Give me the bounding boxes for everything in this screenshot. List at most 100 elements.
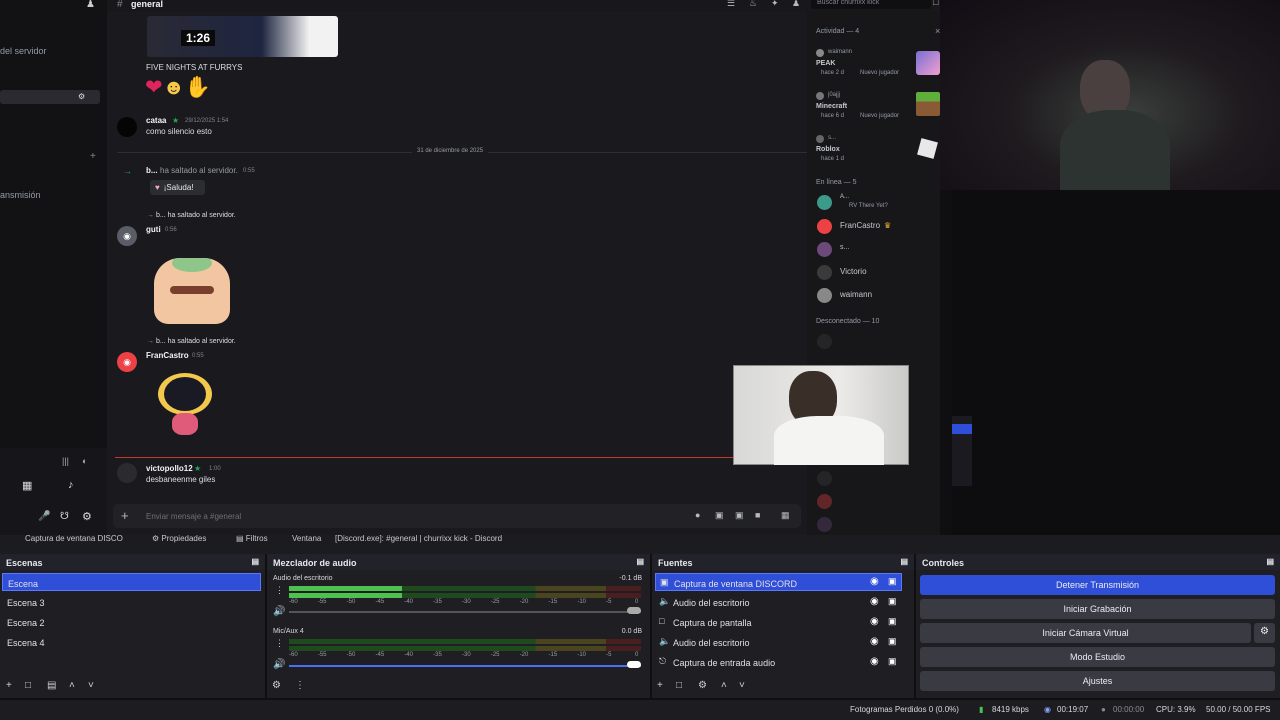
message-author[interactable]: victopollo12 [146, 464, 193, 473]
sticker-image[interactable] [154, 258, 230, 324]
settings-icon[interactable]: ⚙ [78, 92, 85, 101]
scene-item[interactable]: Escena [2, 573, 261, 591]
message-author[interactable]: guti [146, 225, 161, 234]
inbox-icon[interactable]: □ [933, 0, 938, 7]
member-name[interactable]: FranCastro [840, 221, 880, 230]
activity-game[interactable]: Roblox [816, 146, 840, 153]
bell-icon[interactable]: ♨ [749, 0, 757, 9]
message-author[interactable]: cataa [146, 116, 166, 125]
scene-item[interactable]: Escena 3 [2, 593, 261, 611]
lock-icon[interactable]: ▣ [888, 636, 897, 647]
down-arrow-icon[interactable]: ˅ [88, 680, 94, 691]
emoji-icon[interactable]: ■ [755, 510, 760, 520]
members-icon[interactable]: ♟ [792, 0, 800, 9]
start-recording-button[interactable]: Iniciar Grabación [920, 599, 1275, 619]
add-icon[interactable]: + [657, 680, 663, 691]
message-input[interactable]: Enviar mensaje a #general [146, 512, 241, 521]
settings-button[interactable]: Ajustes [920, 671, 1275, 691]
source-item[interactable]: ▣ Captura de ventana DISCORD [655, 573, 902, 591]
gear-icon[interactable]: ⚙ [698, 680, 707, 691]
trash-icon[interactable]: □ [25, 680, 31, 691]
avatar[interactable] [817, 471, 832, 486]
activity-game[interactable]: Minecraft [816, 103, 847, 110]
search-input[interactable]: Buscar churrixx kick [811, 0, 931, 9]
stop-stream-button[interactable]: Detener Transmisión [920, 575, 1275, 595]
lock-icon[interactable]: ▣ [888, 616, 897, 627]
volume-slider-handle[interactable] [627, 607, 641, 614]
eye-icon[interactable]: ◉ [870, 656, 879, 667]
filters-button[interactable]: ▤ Filtros [236, 534, 268, 543]
studio-mode-button[interactable]: Modo Estudio [920, 647, 1275, 667]
threads-icon[interactable]: ☰ [727, 0, 735, 9]
up-arrow-icon[interactable]: ˄ [69, 680, 75, 691]
gift-icon[interactable]: ● [695, 510, 700, 520]
lock-icon[interactable]: ▣ [888, 596, 897, 607]
eye-icon[interactable]: ◉ [870, 596, 879, 607]
apps-icon[interactable]: ▦ [781, 510, 790, 521]
avatar[interactable] [817, 517, 832, 532]
scene-item[interactable]: Escena 2 [2, 613, 261, 631]
member-name[interactable]: s... [840, 244, 849, 251]
member-name[interactable]: Victorio [840, 267, 867, 276]
discord-avatar-icon[interactable]: ◉ [117, 226, 137, 246]
filters-icon[interactable]: ▤ [47, 680, 56, 691]
trash-icon[interactable]: □ [676, 680, 682, 691]
undock-icon[interactable]: ▤ [900, 557, 908, 566]
avatar[interactable] [817, 242, 832, 257]
volume-slider-handle[interactable] [627, 661, 641, 668]
join-user[interactable]: b... [146, 166, 158, 175]
up-arrow-icon[interactable]: ˄ [721, 680, 727, 691]
pin-icon[interactable]: ✦ [771, 0, 779, 9]
source-item[interactable]: ⎋ Captura de entrada audio [655, 653, 902, 671]
avatar[interactable] [817, 265, 832, 280]
volume-slider[interactable] [289, 611, 641, 613]
avatar[interactable] [817, 195, 832, 210]
down-arrow-icon[interactable]: ˅ [739, 680, 745, 691]
lock-icon[interactable]: ▣ [888, 656, 897, 667]
advanced-audio-icon[interactable]: ⚙ [272, 680, 281, 691]
wave-button[interactable]: ♥ ¡Saluda! [150, 180, 205, 195]
gif-icon[interactable]: ▣ [715, 510, 724, 521]
message-author[interactable]: FranCastro [146, 351, 189, 360]
scene-item[interactable]: Escena 4 [2, 633, 261, 651]
headphones-icon[interactable]: ☋ [60, 511, 69, 522]
source-item[interactable]: 🔈 Audio del escritorio [655, 633, 902, 651]
window-select[interactable]: [Discord.exe]: #general | churrixx kick … [335, 534, 502, 543]
headset-small-icon[interactable]: ◐ [82, 456, 87, 466]
robot-sticker-icon[interactable] [150, 369, 220, 439]
virtual-camera-settings-icon[interactable]: ⚙ [1254, 623, 1275, 643]
add-friend-icon[interactable]: ♟ [86, 0, 95, 10]
eye-icon[interactable]: ◉ [870, 616, 879, 627]
discord-avatar-icon[interactable]: ◉ [117, 352, 137, 372]
avatar[interactable] [817, 288, 832, 303]
discord-avatar-icon[interactable] [817, 334, 832, 349]
activity-game[interactable]: PEAK [816, 60, 835, 67]
sticker-icon[interactable]: ▣ [735, 510, 744, 521]
properties-button[interactable]: ⚙ Propiedades [152, 534, 206, 543]
kebab-menu-icon[interactable]: ⋮ [275, 585, 284, 596]
undock-icon[interactable]: ▤ [251, 557, 259, 566]
source-item[interactable]: 🔈 Audio del escritorio [655, 593, 902, 611]
plus-icon[interactable]: + [121, 508, 129, 523]
member-name[interactable]: A... [840, 194, 849, 200]
speaker-icon[interactable]: 🔊 [273, 606, 285, 617]
add-icon[interactable]: + [6, 680, 12, 691]
eye-icon[interactable]: ◉ [870, 636, 879, 647]
avatar[interactable] [117, 463, 137, 483]
undock-icon[interactable]: ▤ [636, 557, 644, 566]
volume-slider[interactable] [289, 665, 641, 667]
kebab-menu-icon[interactable]: ⋮ [275, 638, 284, 649]
start-virtual-camera-button[interactable]: Iniciar Cámara Virtual [920, 623, 1251, 643]
discord-avatar-icon[interactable] [817, 219, 832, 234]
avatar[interactable] [817, 494, 832, 509]
source-item[interactable]: □ Captura de pantalla [655, 613, 902, 631]
image-attachment[interactable]: 1:26 [147, 16, 338, 57]
kebab-menu-icon[interactable]: ⋮ [295, 680, 305, 691]
undock-icon[interactable]: ▤ [1266, 557, 1274, 566]
member-name[interactable]: waimann [840, 290, 872, 299]
avatar[interactable] [117, 117, 137, 137]
speaker-icon[interactable]: 🔊 [273, 659, 285, 670]
apps-icon[interactable]: ▦ [22, 479, 32, 492]
user-settings-icon[interactable]: ⚙ [82, 510, 92, 523]
soundboard-icon[interactable]: ♪ [68, 479, 74, 491]
